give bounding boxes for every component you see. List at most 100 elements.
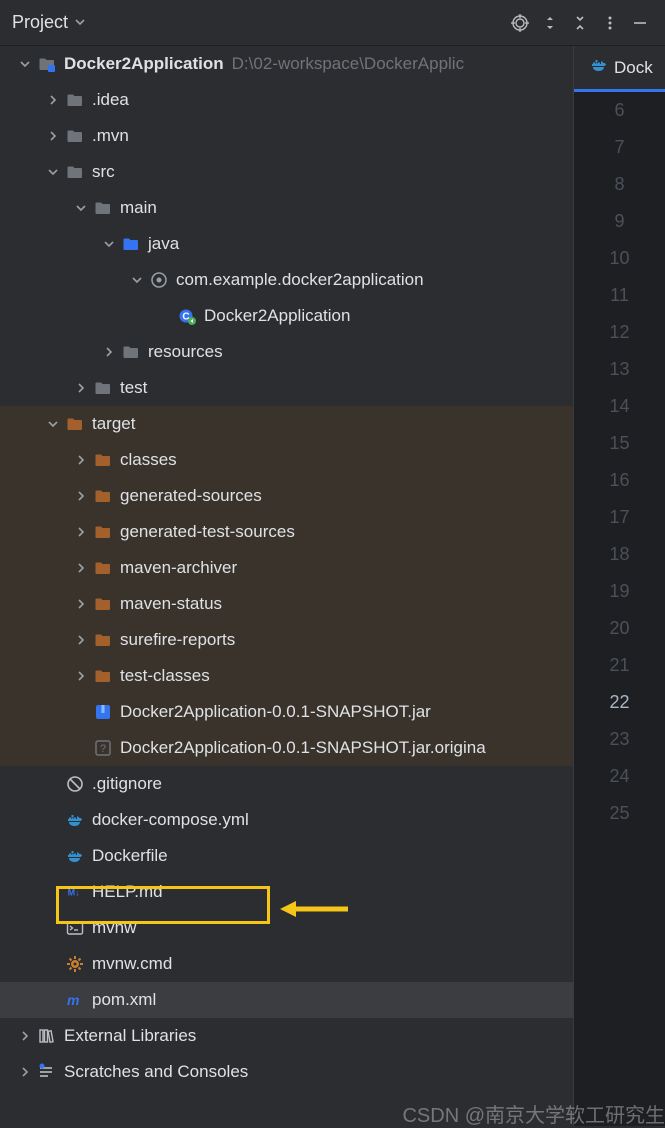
chevron-right-icon[interactable]	[14, 1061, 36, 1083]
tree-row-java[interactable]: java	[0, 226, 573, 262]
line-number[interactable]: 16	[574, 462, 665, 499]
select-opened-file-icon[interactable]	[505, 8, 535, 38]
chevron-right-icon[interactable]	[70, 593, 92, 615]
scratches-icon	[36, 1061, 58, 1083]
tree-row-root[interactable]: Docker2Application D:\02-workspace\Docke…	[0, 46, 573, 82]
line-number[interactable]: 23	[574, 721, 665, 758]
chevron-down-icon[interactable]	[70, 197, 92, 219]
tree-row-resources[interactable]: resources	[0, 334, 573, 370]
line-number[interactable]: 25	[574, 795, 665, 832]
chevron-right-icon[interactable]	[70, 665, 92, 687]
tree-row-src[interactable]: src	[0, 154, 573, 190]
tree-row-app-class[interactable]: Docker2Application	[0, 298, 573, 334]
tree-row-scratches[interactable]: Scratches and Consoles	[0, 1054, 573, 1090]
tree-row-dockerfile[interactable]: Dockerfile	[0, 838, 573, 874]
line-number[interactable]: 17	[574, 499, 665, 536]
tree-label: pom.xml	[92, 990, 156, 1010]
excluded-folder-icon	[92, 521, 114, 543]
line-number[interactable]: 11	[574, 277, 665, 314]
excluded-folder-icon	[92, 449, 114, 471]
chevron-right-icon[interactable]	[42, 89, 64, 111]
project-panel-title[interactable]: Project	[10, 12, 68, 33]
tree-row-main[interactable]: main	[0, 190, 573, 226]
tree-row-surefire[interactable]: surefire-reports	[0, 622, 573, 658]
line-number[interactable]: 15	[574, 425, 665, 462]
editor-gutter[interactable]: 678910111213141516171819202122232425	[574, 92, 665, 1126]
tree-row-target[interactable]: target	[0, 406, 573, 442]
tree-row-compose[interactable]: docker-compose.yml	[0, 802, 573, 838]
line-number[interactable]: 10	[574, 240, 665, 277]
line-number[interactable]: 13	[574, 351, 665, 388]
excluded-folder-icon	[92, 665, 114, 687]
tree-label: mvnw	[92, 918, 136, 938]
expand-all-icon[interactable]	[535, 8, 565, 38]
chevron-right-icon[interactable]	[70, 449, 92, 471]
tree-row-help[interactable]: HELP.md	[0, 874, 573, 910]
chevron-right-icon[interactable]	[70, 557, 92, 579]
tree-label: java	[148, 234, 179, 254]
tree-label: HELP.md	[92, 882, 163, 902]
tree-row-mvnw[interactable]: mvnw	[0, 910, 573, 946]
tree-row-testclasses[interactable]: test-classes	[0, 658, 573, 694]
tree-row-mvnwcmd[interactable]: mvnw.cmd	[0, 946, 573, 982]
chevron-down-icon[interactable]	[14, 53, 36, 75]
line-number[interactable]: 6	[574, 92, 665, 129]
tool-options-icon[interactable]	[595, 8, 625, 38]
chevron-down-icon[interactable]	[42, 161, 64, 183]
tree-row-mavenarchiver[interactable]: maven-archiver	[0, 550, 573, 586]
maven-icon	[64, 989, 86, 1011]
resources-folder-icon	[120, 341, 142, 363]
line-number[interactable]: 24	[574, 758, 665, 795]
chevron-right-icon[interactable]	[98, 341, 120, 363]
gitignore-icon	[64, 773, 86, 795]
chevron-right-icon[interactable]	[70, 629, 92, 651]
line-number[interactable]: 12	[574, 314, 665, 351]
chevron-down-icon[interactable]	[98, 233, 120, 255]
tree-row-mavenstatus[interactable]: maven-status	[0, 586, 573, 622]
tree-row-mvn[interactable]: .mvn	[0, 118, 573, 154]
markdown-icon	[64, 881, 86, 903]
collapse-all-icon[interactable]	[565, 8, 595, 38]
tree-label: test-classes	[120, 666, 210, 686]
line-number[interactable]: 14	[574, 388, 665, 425]
tree-row-gentestsources[interactable]: generated-test-sources	[0, 514, 573, 550]
docker-icon	[64, 845, 86, 867]
line-number[interactable]: 18	[574, 536, 665, 573]
tab-label: Dock	[614, 58, 653, 78]
line-number[interactable]: 8	[574, 166, 665, 203]
line-number[interactable]: 20	[574, 610, 665, 647]
chevron-right-icon[interactable]	[42, 125, 64, 147]
tree-row-gensources[interactable]: generated-sources	[0, 478, 573, 514]
line-number[interactable]: 7	[574, 129, 665, 166]
project-tree[interactable]: Docker2Application D:\02-workspace\Docke…	[0, 46, 573, 1126]
editor-area: Dock 67891011121314151617181920212223242…	[573, 46, 665, 1126]
line-number[interactable]: 19	[574, 573, 665, 610]
line-number[interactable]: 9	[574, 203, 665, 240]
tree-row-extlib[interactable]: External Libraries	[0, 1018, 573, 1054]
tree-row-classes[interactable]: classes	[0, 442, 573, 478]
project-view-chevron-icon[interactable]	[74, 15, 86, 31]
tree-label: generated-test-sources	[120, 522, 295, 542]
tree-row-package[interactable]: com.example.docker2application	[0, 262, 573, 298]
chevron-right-icon[interactable]	[70, 377, 92, 399]
tree-label: Docker2Application	[64, 54, 224, 74]
line-number[interactable]: 21	[574, 647, 665, 684]
chevron-right-icon[interactable]	[14, 1025, 36, 1047]
tree-row-jar[interactable]: Docker2Application-0.0.1-SNAPSHOT.jar	[0, 694, 573, 730]
editor-tab-dockerfile[interactable]: Dock	[574, 46, 665, 92]
excluded-folder-icon	[64, 413, 86, 435]
tree-row-test[interactable]: test	[0, 370, 573, 406]
chevron-right-icon[interactable]	[70, 521, 92, 543]
chevron-right-icon[interactable]	[70, 485, 92, 507]
tree-row-idea[interactable]: .idea	[0, 82, 573, 118]
chevron-down-icon[interactable]	[42, 413, 64, 435]
line-number[interactable]: 22	[574, 684, 665, 721]
library-icon	[36, 1025, 58, 1047]
tree-row-gitignore[interactable]: .gitignore	[0, 766, 573, 802]
chevron-down-icon[interactable]	[126, 269, 148, 291]
tree-row-jarorig[interactable]: Docker2Application-0.0.1-SNAPSHOT.jar.or…	[0, 730, 573, 766]
tree-label: maven-archiver	[120, 558, 237, 578]
hide-panel-icon[interactable]	[625, 8, 655, 38]
tree-row-pom[interactable]: pom.xml	[0, 982, 573, 1018]
tree-label: .mvn	[92, 126, 129, 146]
